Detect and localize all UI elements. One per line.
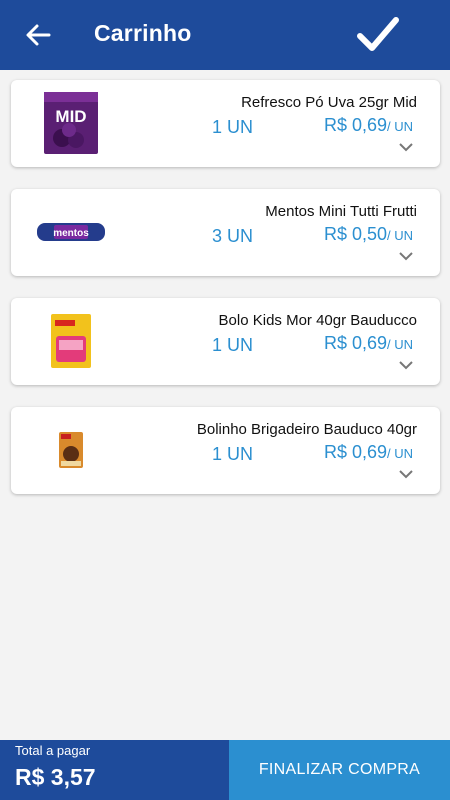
chevron-down-icon[interactable] [398, 469, 414, 479]
cart-item[interactable]: MID Refresco Pó Uva 25gr Mid 1 UN R$ 0,6… [11, 80, 440, 167]
cart-item[interactable]: mentos Mentos Mini Tutti Frutti 3 UN R$ … [11, 189, 440, 276]
app-bar: Carrinho [0, 0, 450, 70]
checkout-button[interactable]: FINALIZAR COMPRA [229, 740, 450, 800]
product-quantity: 1 UN [212, 335, 254, 355]
cart-item[interactable]: Bolo Kids Mor 40gr Bauducco 1 UN R$ 0,69… [11, 298, 440, 385]
price-value: R$ 0,50 [323, 224, 387, 244]
price-unit: / UN [387, 228, 413, 243]
price-unit: / UN [387, 119, 413, 134]
total-label: Total a pagar [15, 743, 91, 758]
product-name: Mentos Mini Tutti Frutti [265, 203, 417, 220]
product-price: R$ 0,69/ UN [324, 115, 413, 136]
product-price: R$ 0,69/ UN [324, 333, 413, 354]
chevron-down-icon[interactable] [398, 142, 414, 152]
price-unit: / UN [387, 446, 413, 461]
cart-item[interactable]: Bolinho Brigadeiro Bauduco 40gr 1 UN R$ … [11, 407, 440, 494]
product-image-mid: MID [31, 88, 111, 158]
product-price: R$ 0,69/ UN [324, 442, 413, 463]
product-price: R$ 0,50/ UN [324, 224, 413, 245]
svg-text:mentos: mentos [53, 228, 89, 239]
cart-list: MID Refresco Pó Uva 25gr Mid 1 UN R$ 0,6… [11, 80, 440, 516]
product-name: Refresco Pó Uva 25gr Mid [241, 94, 417, 111]
product-quantity: 3 UN [212, 226, 254, 246]
product-quantity: 1 UN [212, 117, 254, 137]
product-quantity: 1 UN [212, 444, 254, 464]
page-title: Carrinho [94, 20, 192, 46]
product-image-mentos: mentos [31, 197, 111, 267]
product-name: Bolo Kids Mor 40gr Bauducco [218, 312, 417, 329]
chevron-down-icon[interactable] [398, 251, 414, 261]
checkmark-icon[interactable] [356, 15, 400, 55]
price-value: R$ 0,69 [323, 442, 387, 462]
price-value: R$ 0,69 [323, 333, 387, 353]
price-unit: / UN [387, 337, 413, 352]
product-image-bolo-kids [31, 306, 111, 376]
product-name: Bolinho Brigadeiro Bauduco 40gr [196, 421, 417, 438]
svg-text:MID: MID [55, 107, 86, 126]
price-value: R$ 0,69 [323, 115, 387, 135]
product-image-bolinho [31, 415, 111, 485]
chevron-down-icon[interactable] [398, 360, 414, 370]
total-value: R$ 3,57 [15, 764, 96, 790]
arrow-left-icon[interactable] [22, 19, 54, 51]
checkout-bar: Total a pagar R$ 3,57 FINALIZAR COMPRA [0, 740, 450, 800]
